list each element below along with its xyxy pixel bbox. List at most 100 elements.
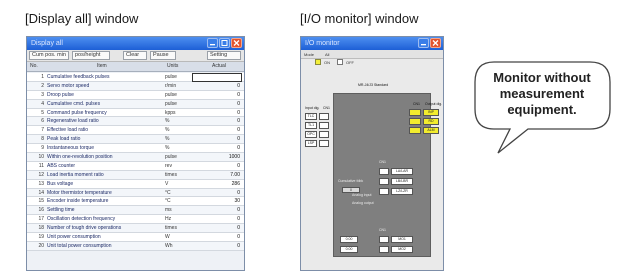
pause-button[interactable]: Pause (150, 51, 176, 60)
close-icon[interactable] (430, 38, 441, 48)
row-unit: °C (165, 198, 171, 205)
la-lar-cell: LA/LAR (391, 168, 413, 175)
table-row[interactable]: 9 Instantaneous torque% 0 (27, 144, 244, 154)
input-tlc: TLC (305, 113, 317, 120)
table-row[interactable]: 5 Command pulse frequency kpps 0 (27, 108, 244, 118)
row-number: 16 (38, 207, 44, 214)
lb-lbr-cell: LB/LBR (391, 178, 413, 185)
io-monitor-caption: [I/O monitor] window (300, 11, 419, 26)
minimize-icon[interactable] (207, 38, 218, 48)
row-unit: V (165, 180, 169, 187)
table-row[interactable]: 2 Servo motor speed r/min 0 (27, 81, 244, 91)
table-row[interactable]: 16 Settling time ms 0 (27, 206, 244, 216)
minimize-icon[interactable] (418, 38, 429, 48)
row-unit: Hz (165, 216, 172, 223)
row-item-name: Servo motor speed (47, 82, 90, 89)
input-tl1: TL1 (305, 122, 317, 129)
input-pin-4 (319, 140, 329, 147)
row-number: 5 (41, 109, 44, 116)
row-item-name: Cumulative feedback pulses (47, 74, 110, 80)
row-number: 3 (41, 91, 44, 98)
row-item-name: Unit total power consumption (47, 242, 112, 249)
output-alm: ALM (423, 127, 439, 134)
row-item-name: Oscillation detection frequency (47, 216, 116, 223)
row-item-name: Droop pulse (47, 91, 74, 98)
row-value: 30 (234, 198, 240, 205)
io-monitor-title: I/O monitor (305, 40, 340, 47)
table-row[interactable]: 15 Encoder inside temperature °C 30 (27, 197, 244, 207)
clear-button[interactable]: Clear (123, 51, 147, 60)
legend-on: ON (324, 60, 330, 65)
display-all-title: Display all (31, 40, 63, 47)
row-value: 0 (237, 118, 240, 125)
setting-button[interactable]: Setting (207, 51, 241, 60)
row-item-name: Number of tough drive operations (47, 225, 122, 232)
io-all-select[interactable]: All (325, 52, 329, 57)
row-value: 286 (231, 180, 240, 187)
mo1-cell: MO1 (391, 236, 413, 243)
bottom-cell-1 (379, 236, 389, 243)
callout-line-3: equipment. (507, 102, 577, 117)
callout-line-2: measurement (499, 86, 585, 101)
row-unit: rev (165, 162, 172, 169)
table-row[interactable]: 11 ABS counter rev 0 (27, 161, 244, 171)
close-icon[interactable] (231, 38, 242, 48)
table-row[interactable]: 14 Motor thermistor temperature °C 0 (27, 188, 244, 198)
mo2-value: 0.00 (340, 246, 358, 253)
table-row[interactable]: 10 Within one-revolution position pulse 100… (27, 153, 244, 162)
maximize-icon[interactable] (219, 38, 230, 48)
table-row[interactable]: 12 Load inertia moment ratio times 7.00 (27, 170, 244, 180)
table-row[interactable]: 18 Number of tough drive operations times 0 (27, 224, 244, 234)
output-pin-1 (409, 109, 421, 116)
mo2-cell: MO2 (391, 246, 413, 253)
input-lsp: LSP (305, 140, 317, 147)
row-unit: % (165, 136, 170, 143)
cum-pos-select[interactable]: Cum pos. min (29, 51, 69, 60)
row-item-name: Cumulative cmd. pulses (47, 100, 101, 107)
row-item-name: ABS counter (47, 162, 76, 169)
mid-label-3: Analog output (352, 201, 374, 205)
table-row[interactable]: 20 Unit total power consumption Wh 0 (27, 241, 244, 251)
input-label: Input dig. (305, 106, 320, 110)
row-unit: % (165, 127, 170, 134)
callout-line-1: Monitor without (493, 70, 591, 85)
row-number: 1 (41, 74, 44, 80)
table-row[interactable]: 1 Cumulative feedback pulses pulse (27, 73, 244, 82)
display-all-caption: [Display all] window (25, 11, 139, 26)
row-number: 17 (38, 216, 44, 223)
row-number: 12 (38, 171, 44, 178)
table-row[interactable]: 17 Oscillation detection frequency Hz 0 (27, 215, 244, 225)
display-all-window: Display all Cum pos. min pos/height Clea… (26, 36, 245, 271)
pos-height-select[interactable]: pos/height (72, 51, 110, 60)
input-opc: OPC (305, 131, 317, 138)
row-number: 20 (38, 242, 44, 249)
header-actual: Actual (212, 63, 226, 69)
row-number: 2 (41, 82, 44, 89)
table-row[interactable]: 4 Cumulative cmd. pulses pulse 0 (27, 99, 244, 109)
table-row[interactable]: 7 Effective load ratio% 0 (27, 126, 244, 136)
table-row[interactable]: 8 Peak load ratio% 0 (27, 135, 244, 145)
row-number: 13 (38, 180, 44, 187)
table-row[interactable]: 6 Regenerative load ratio% 0 (27, 117, 244, 127)
row-value: 1000 (228, 154, 240, 161)
header-item: Item (97, 63, 107, 69)
row-item-name: Within one-revolution position (47, 154, 113, 161)
row-unit: times (165, 171, 177, 178)
input-pin-2 (319, 122, 329, 129)
table-row[interactable]: 13 Bus voltage V 286 (27, 179, 244, 189)
row-value: 0 (237, 189, 240, 196)
table-row[interactable]: 19 Unit power consumption W 0 (27, 233, 244, 242)
on-swatch (315, 59, 321, 65)
io-mode-select[interactable]: Mode (304, 52, 314, 57)
bottom-cell-2 (379, 246, 389, 253)
row-number: 14 (38, 189, 44, 196)
display-all-titlebar: Display all (27, 37, 244, 50)
io-monitor-body: Mode All ON OFF MR-J4/J3 Standard CN1 Cu… (301, 50, 443, 270)
row-unit: °C (165, 189, 171, 196)
legend-off: OFF (346, 60, 354, 65)
table-row[interactable]: 3 Droop pulse pulse 0 (27, 90, 244, 100)
row-value: 0 (237, 100, 240, 107)
row-value: 0 (237, 225, 240, 232)
off-swatch (337, 59, 343, 65)
left-header: CN1 (323, 106, 331, 110)
